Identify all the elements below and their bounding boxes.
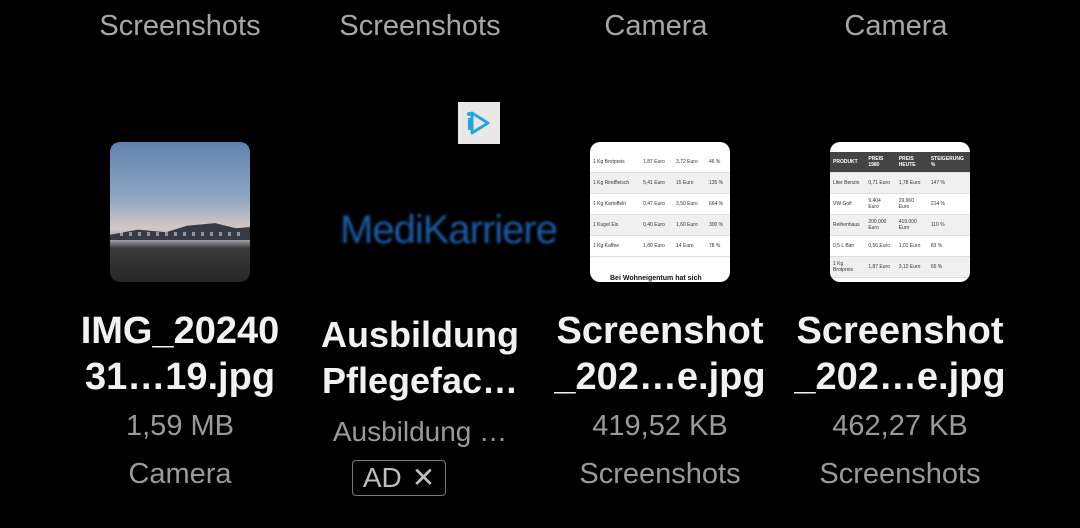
photo-thumbnail	[110, 142, 250, 282]
ad-title: Ausbildung Pflegefac…	[321, 314, 519, 401]
folder-label-top-4: Camera	[844, 10, 948, 42]
doc-table: PRODUKT PREIS 1980 PREIS HEUTE STEIGERUNG %…	[830, 152, 970, 278]
doc-table: 1 Kg Brotpreis 1,87 Euro 3,72 Euro 46 % 1 K…	[590, 152, 730, 257]
ad-choices-icon[interactable]	[458, 102, 500, 144]
ad-label: AD	[362, 462, 402, 493]
file-size: 419,52 KB	[592, 410, 728, 442]
file-item-screenshot-1[interactable]: 1 Kg Brotpreis 1,87 Euro 3,72 Euro 46 % 1 K…	[540, 140, 780, 528]
folder-label-top-3: Camera	[604, 10, 708, 42]
file-item-screenshot-2[interactable]: PRODUKT PREIS 1980 PREIS HEUTE STEIGERUNG %…	[780, 140, 1020, 528]
ad-logo: MediKarriere	[340, 208, 558, 252]
file-item-photo[interactable]: IMG_20240 31…19.jpg 1,59 MB Camera	[60, 140, 300, 528]
document-thumbnail: 1 Kg Brotpreis 1,87 Euro 3,72 Euro 46 % 1 K…	[590, 142, 730, 282]
ad-item[interactable]: MediKarriere Ausbildung Pflegefac… Ausbi…	[300, 102, 558, 528]
document-thumbnail: PRODUKT PREIS 1980 PREIS HEUTE STEIGERUNG %…	[830, 142, 970, 282]
file-folder: Camera	[128, 458, 232, 490]
ad-badge[interactable]: AD ✕	[352, 460, 446, 496]
close-icon[interactable]: ✕	[412, 460, 435, 496]
ad-subtitle: Ausbildung …	[332, 416, 508, 447]
file-name: Screenshot _202…e.jpg	[794, 310, 1006, 398]
folder-label-top-2: Screenshots	[339, 10, 501, 42]
file-folder: Screenshots	[579, 458, 741, 490]
file-folder: Screenshots	[819, 458, 981, 490]
file-name: Screenshot _202…e.jpg	[554, 310, 766, 398]
folder-label-top-1: Screenshots	[99, 10, 261, 42]
file-size: 462,27 KB	[832, 410, 968, 442]
file-size: 1,59 MB	[126, 410, 234, 442]
file-name: IMG_20240 31…19.jpg	[80, 310, 280, 398]
